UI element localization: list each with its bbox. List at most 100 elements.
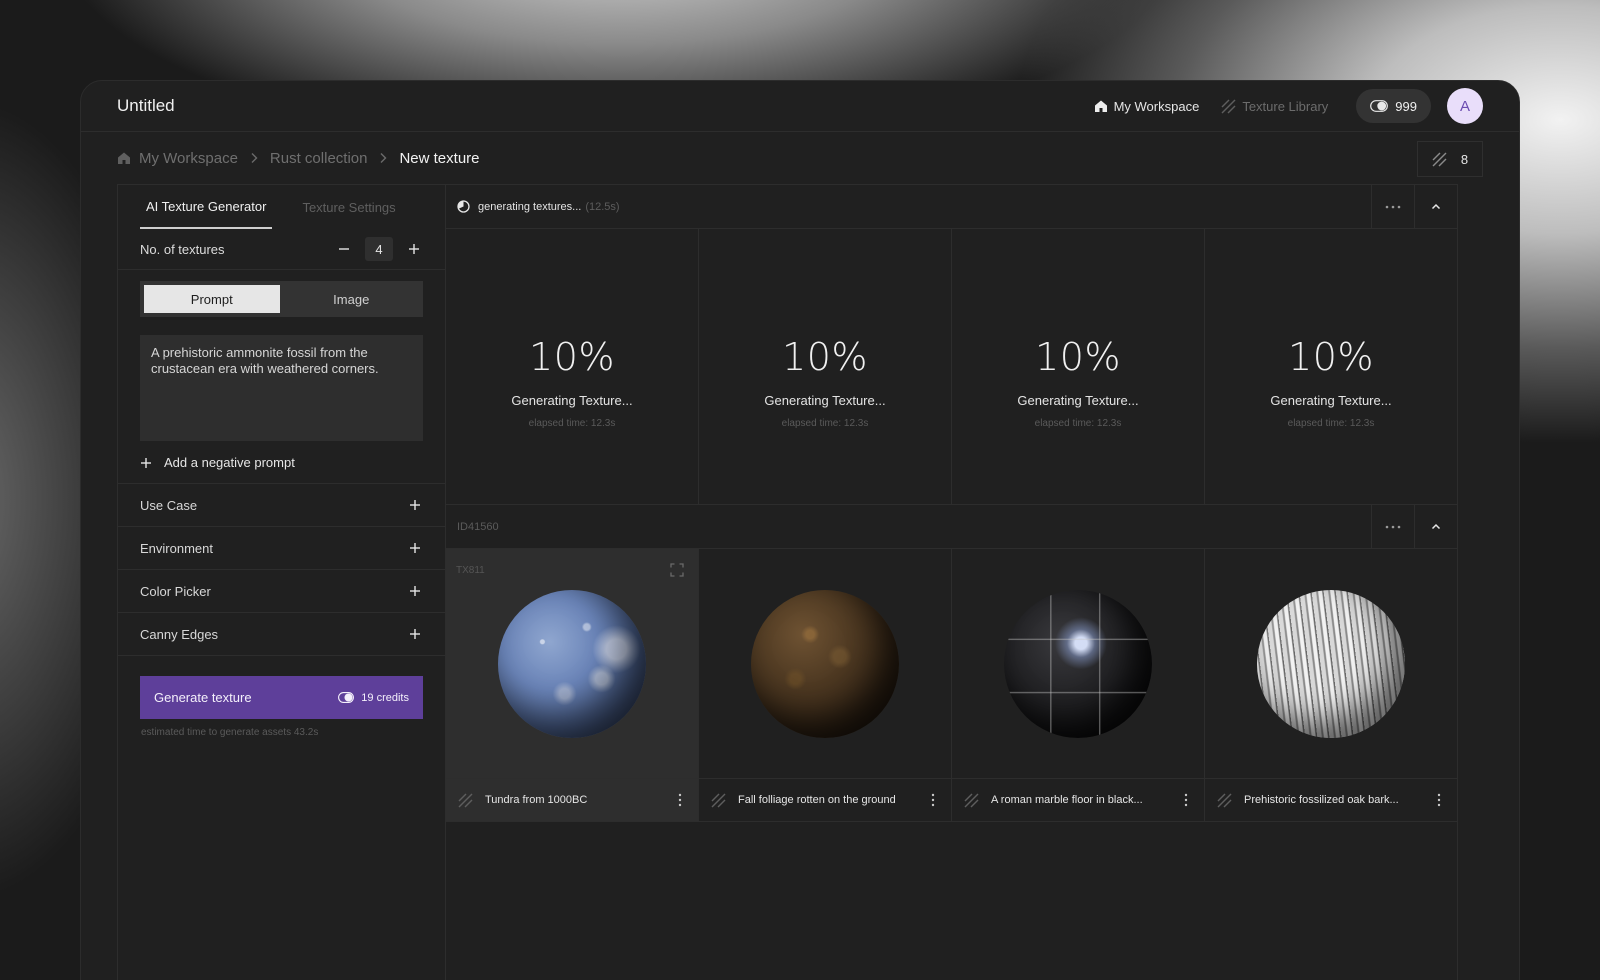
generate-credits-label: 19 credits [361, 691, 409, 704]
texture-sphere [1004, 589, 1152, 738]
quantity-value[interactable]: 4 [365, 237, 393, 261]
generate-label: Generate texture [154, 690, 252, 705]
kebab-menu-icon[interactable] [1437, 793, 1445, 807]
breadcrumb: My Workspace Rust collection New texture… [81, 132, 1519, 184]
collapse-button[interactable] [1414, 505, 1457, 548]
progress-label: Generating Texture... [1017, 393, 1139, 408]
negative-prompt-label: Add a negative prompt [164, 455, 295, 470]
accordion-color-picker[interactable]: Color Picker [118, 570, 445, 613]
progress-pie-icon [457, 200, 470, 213]
credits-toggle-icon [1370, 100, 1389, 112]
texture-sphere [498, 589, 646, 738]
prompt-input[interactable]: A prehistoric ammonite fossil from the c… [140, 335, 423, 441]
texture-grid: TX811 Tundra from 1000BC Fall folliage r… [446, 549, 1457, 822]
texture-preview[interactable]: TX811 [446, 549, 698, 778]
texture-sphere [751, 589, 899, 738]
plus-icon [140, 457, 154, 469]
progress-label: Generating Texture... [1270, 393, 1392, 408]
num-textures-label: No. of textures [140, 241, 225, 257]
texture-count: 8 [1460, 151, 1469, 167]
texture-card[interactable]: TX811 Tundra from 1000BC [446, 549, 699, 821]
plus-icon [409, 585, 423, 597]
accordion-environment[interactable]: Environment [118, 527, 445, 570]
collapse-button[interactable] [1414, 185, 1457, 228]
generate-credits: 19 credits [338, 692, 409, 704]
more-options-button[interactable] [1371, 185, 1414, 228]
results-panel: generating textures... (12.5s) 10% Gener… [446, 185, 1457, 980]
progress-label: Generating Texture... [764, 393, 886, 408]
add-negative-prompt-button[interactable]: Add a negative prompt [140, 455, 423, 470]
texture-icon [711, 793, 726, 808]
texture-icon [1432, 152, 1447, 167]
texture-name: Prehistoric fossilized oak bark... [1244, 794, 1399, 807]
texture-footer: A roman marble floor in black... [952, 778, 1204, 821]
chevron-right-icon [379, 152, 387, 164]
credits-toggle-icon [338, 692, 355, 703]
kebab-menu-icon[interactable] [1184, 793, 1192, 807]
quantity-stepper: 4 [335, 237, 423, 261]
credits-count: 999 [1395, 98, 1417, 114]
tab-texture-settings[interactable]: Texture Settings [296, 185, 401, 229]
texture-preview[interactable] [952, 549, 1204, 778]
more-horizontal-icon [1385, 205, 1401, 208]
breadcrumb-item-workspace[interactable]: My Workspace [117, 150, 238, 167]
more-options-button[interactable] [1371, 505, 1414, 548]
texture-count-badge[interactable]: 8 [1417, 141, 1483, 177]
expand-icon[interactable] [670, 563, 684, 577]
texture-footer: Tundra from 1000BC [446, 778, 698, 821]
texture-name: A roman marble floor in black... [991, 794, 1143, 807]
accordion-canny-edges[interactable]: Canny Edges [118, 613, 445, 656]
texture-card[interactable]: A roman marble floor in black... [952, 549, 1205, 821]
progress-elapsed: elapsed time: 12.3s [1034, 418, 1122, 429]
generating-elapsed: (12.5s) [585, 200, 620, 213]
decrement-button[interactable] [335, 240, 353, 258]
texture-icon [1221, 99, 1236, 114]
progress-percent: 10% [782, 335, 868, 379]
prompt-section: Prompt Image A prehistoric ammonite foss… [118, 270, 445, 484]
generator-panel: AI Texture Generator Texture Settings No… [118, 185, 446, 980]
texture-preview[interactable] [1205, 549, 1457, 778]
app-title: Untitled [117, 96, 175, 115]
progress-elapsed: elapsed time: 12.3s [1287, 418, 1375, 429]
breadcrumb-item-collection[interactable]: Rust collection [270, 150, 368, 167]
generate-texture-button[interactable]: Generate texture 19 credits [140, 676, 423, 719]
generating-card: 10% Generating Texture... elapsed time: … [952, 229, 1205, 504]
texture-footer: Fall folliage rotten on the ground [699, 778, 951, 821]
breadcrumb-label: My Workspace [139, 149, 238, 167]
nav-my-workspace-label: My Workspace [1113, 98, 1200, 114]
plus-icon [409, 628, 423, 640]
nav-my-workspace[interactable]: My Workspace [1094, 98, 1200, 114]
texture-preview[interactable] [699, 549, 951, 778]
nav-texture-library[interactable]: Texture Library [1221, 99, 1328, 114]
more-horizontal-icon [1385, 525, 1401, 528]
tab-ai-texture-generator[interactable]: AI Texture Generator [140, 185, 273, 229]
progress-percent: 10% [1288, 335, 1374, 379]
mode-prompt-button[interactable]: Prompt [144, 285, 280, 313]
texture-name: Fall folliage rotten on the ground [738, 794, 896, 807]
avatar[interactable]: A [1447, 88, 1483, 124]
kebab-menu-icon[interactable] [931, 793, 939, 807]
kebab-menu-icon[interactable] [678, 793, 686, 807]
collection-id: ID41560 [457, 520, 499, 533]
estimate-text: estimated time to generate assets 43.2s [141, 727, 319, 738]
progress-percent: 10% [529, 335, 615, 379]
accordion-use-case[interactable]: Use Case [118, 484, 445, 527]
plus-icon [409, 499, 423, 511]
breadcrumb-label: Rust collection [269, 149, 368, 167]
texture-card[interactable]: Prehistoric fossilized oak bark... [1205, 549, 1457, 821]
texture-sphere [1257, 589, 1405, 738]
mode-image-button[interactable]: Image [284, 285, 420, 313]
texture-card[interactable]: Fall folliage rotten on the ground [699, 549, 952, 821]
texture-icon [458, 793, 473, 808]
texture-icon [1217, 793, 1232, 808]
increment-button[interactable] [405, 240, 423, 258]
plus-icon [409, 542, 423, 554]
generating-header: generating textures... (12.5s) [446, 185, 1457, 229]
workspace: AI Texture Generator Texture Settings No… [117, 184, 1458, 980]
texture-name: Tundra from 1000BC [485, 794, 588, 807]
texture-icon [964, 793, 979, 808]
accordion-label: Use Case [140, 497, 198, 513]
texture-footer: Prehistoric fossilized oak bark... [1205, 778, 1457, 821]
accordion-label: Color Picker [140, 583, 211, 599]
credits-balance[interactable]: 999 [1356, 89, 1431, 123]
